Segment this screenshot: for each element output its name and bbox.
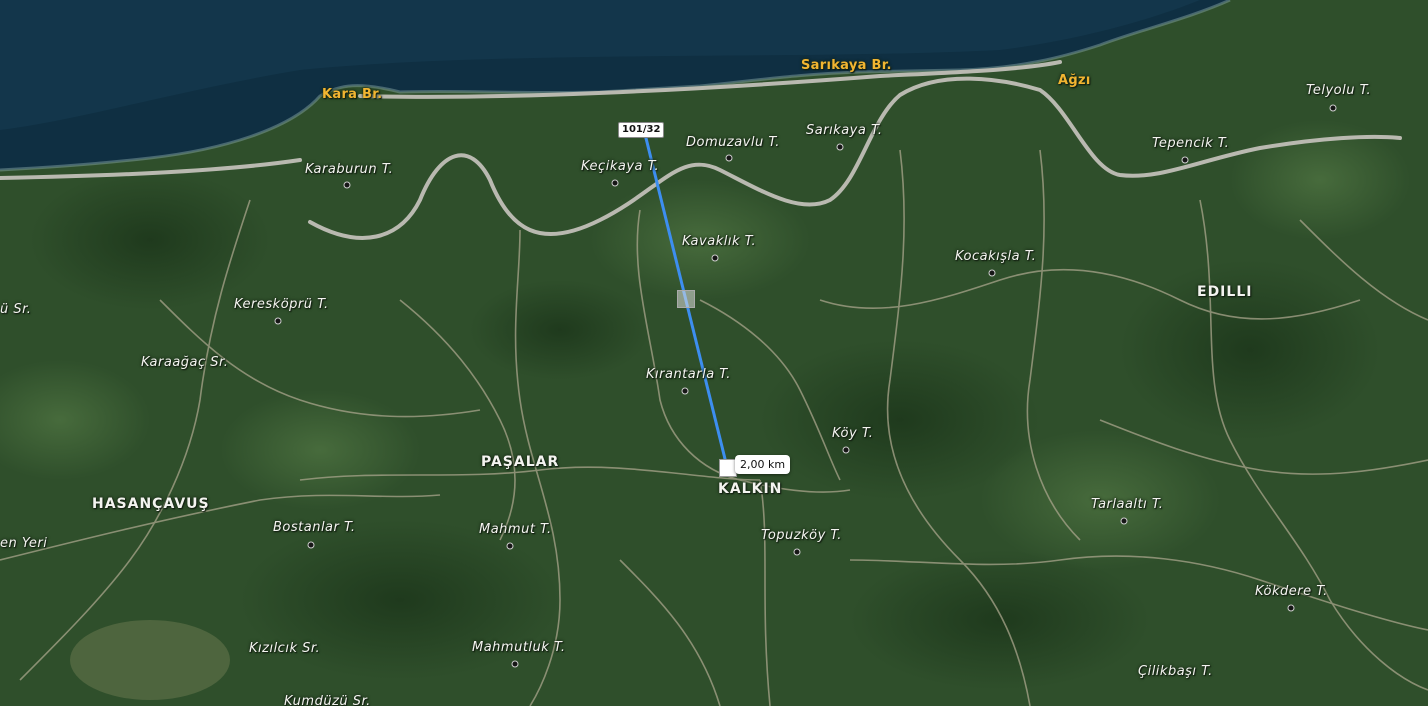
place-marker-domuzavlu (725, 154, 733, 162)
place-marker-mahmutluk (511, 660, 519, 668)
place-label-sarikaya-t: Sarıkaya T. (806, 123, 883, 138)
place-label-hasancavus: HASANÇAVUŞ (92, 496, 210, 512)
place-label-en-yeri: en Yeri (0, 536, 48, 551)
place-label-karaburun: Karaburun T. (305, 162, 394, 177)
place-label-tepencik: Tepencik T. (1152, 136, 1230, 151)
place-marker-tepencik (1181, 156, 1189, 164)
place-marker-kokdere (1287, 604, 1295, 612)
place-label-edilli: EDILLI (1197, 284, 1253, 300)
place-marker-kavaklik (711, 254, 719, 262)
place-label-mahmut: Mahmut T. (479, 522, 552, 537)
place-label-kecikaya: Keçikaya T. (581, 159, 660, 174)
place-label-topuzkoy: Topuzköy T. (761, 528, 842, 543)
place-label-mahmutluk: Mahmutluk T. (472, 640, 566, 655)
map-view[interactable]: 101/32 2,00 km Kara Br. Sarıkaya Br. Ağz… (0, 0, 1428, 706)
measurement-distance-label: 2,00 km (735, 455, 791, 474)
place-label-kereskopru: Keresköprü T. (234, 297, 329, 312)
place-label-karaagac: Karaağaç Sr. (141, 355, 229, 370)
place-label-tarlaalti: Tarlaaltı T. (1091, 497, 1164, 512)
place-label-kokdere: Kökdere T. (1255, 584, 1328, 599)
place-label-bostanlar: Bostanlar T. (273, 520, 356, 535)
place-label-sarikaya-br: Sarıkaya Br. (801, 58, 892, 73)
measurement-start-tag[interactable]: 101/32 (618, 122, 665, 138)
place-marker-mahmut (506, 542, 514, 550)
place-label-u-sr: ü Sr. (0, 302, 32, 317)
place-marker-kereskopru (274, 317, 282, 325)
place-label-kumduzu: Kumdüzü Sr. (284, 694, 371, 706)
place-label-telyolu: Telyolu T. (1306, 83, 1372, 98)
place-label-pasalar: PAŞALAR (481, 454, 560, 470)
place-marker-telyolu (1329, 104, 1337, 112)
place-label-kizilcik: Kızılcık Sr. (249, 641, 321, 656)
place-marker-topuzkoy (793, 548, 801, 556)
place-label-kavaklik: Kavaklık T. (682, 234, 757, 249)
satellite-imagery (0, 0, 1428, 706)
place-marker-kirantarla (681, 387, 689, 395)
place-marker-bostanlar (307, 541, 315, 549)
place-label-domuzavlu: Domuzavlu T. (686, 135, 780, 150)
place-label-kara-br: Kara Br. (322, 87, 383, 102)
place-label-agzi: Ağzı (1058, 73, 1091, 88)
place-marker-kecikaya (611, 179, 619, 187)
place-marker-karaburun (343, 181, 351, 189)
place-label-kirantarla: Kırantarla T. (646, 367, 731, 382)
place-marker-kocakisla (988, 269, 996, 277)
place-marker-sarikaya-t (836, 143, 844, 151)
place-label-kalkin: KALKIN (718, 481, 783, 497)
place-label-kocakisla: Kocakışla T. (955, 249, 1037, 264)
place-label-cilikbasi: Çilikbaşı T. (1138, 664, 1213, 679)
place-label-koy: Köy T. (832, 426, 874, 441)
place-marker-koy (842, 446, 850, 454)
place-marker-tarlaalti (1120, 517, 1128, 525)
measurement-midpoint-handle[interactable] (677, 290, 695, 308)
